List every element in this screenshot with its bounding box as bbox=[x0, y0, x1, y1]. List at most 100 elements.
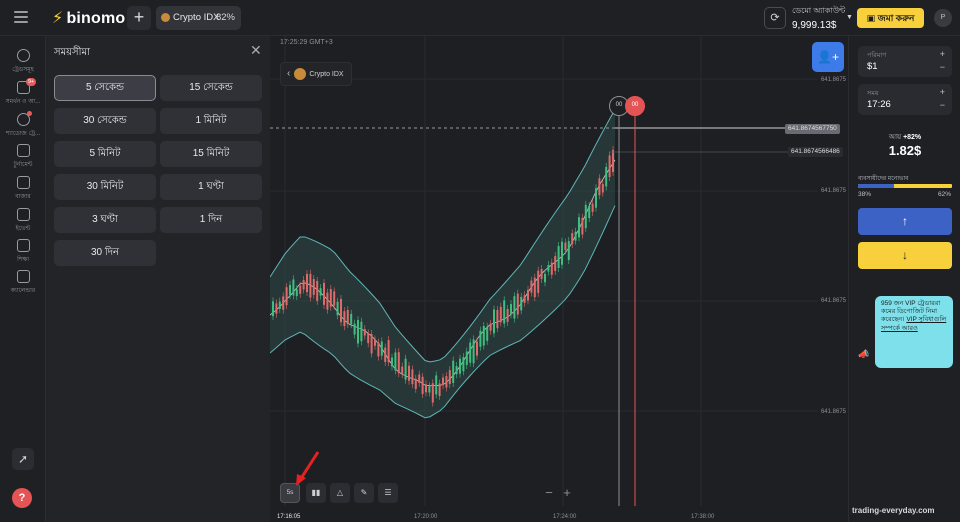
minus-icon[interactable]: − bbox=[940, 62, 945, 72]
zoom-out-icon[interactable]: − bbox=[541, 485, 557, 501]
candle bbox=[523, 295, 526, 303]
candle bbox=[479, 330, 482, 347]
trade-up-button[interactable]: ↑ bbox=[858, 208, 952, 235]
amount-field[interactable]: পরিমাণ $1 + − bbox=[858, 46, 952, 77]
candle bbox=[554, 256, 557, 271]
nav-item-shadow-trading[interactable]: শ্যাডোজ ট্রে... bbox=[0, 111, 46, 139]
candle bbox=[564, 242, 567, 251]
candle bbox=[295, 289, 298, 297]
candle bbox=[333, 291, 336, 306]
candle bbox=[452, 360, 455, 383]
candle bbox=[530, 280, 533, 293]
timeframe-button[interactable]: 5s bbox=[280, 483, 300, 503]
candle bbox=[421, 376, 424, 395]
nav-item-support[interactable]: 9+ সমর্থন ও আ... bbox=[0, 78, 46, 107]
candle bbox=[499, 306, 502, 323]
candle bbox=[493, 309, 495, 334]
candle bbox=[442, 377, 444, 386]
timeframe-option[interactable]: 30 মিনিট bbox=[54, 174, 156, 200]
trade-down-button[interactable]: ↓ bbox=[858, 242, 952, 269]
candle bbox=[391, 357, 393, 367]
candle bbox=[316, 280, 319, 301]
candle bbox=[459, 358, 461, 374]
time-value[interactable]: 17:26 bbox=[867, 99, 891, 110]
account-selector[interactable]: ডেমো অ্যাকাউন্ট 9,999.13$ bbox=[792, 5, 845, 31]
candle bbox=[285, 287, 288, 306]
bolt-icon: ⚡ bbox=[52, 10, 64, 27]
logo[interactable]: ⚡ binomo bbox=[52, 8, 125, 28]
candle bbox=[289, 284, 291, 296]
zoom-in-icon[interactable]: + bbox=[559, 485, 575, 501]
plus-icon[interactable]: + bbox=[940, 87, 945, 97]
close-icon[interactable]: ✕ bbox=[250, 42, 262, 59]
asset-payout: 82% bbox=[215, 12, 235, 23]
candle bbox=[272, 301, 274, 317]
rocket-icon[interactable]: ➚ bbox=[12, 448, 34, 470]
candle bbox=[476, 341, 478, 356]
timeframe-option[interactable]: 1 ঘণ্টা bbox=[160, 174, 262, 200]
avatar[interactable]: P bbox=[934, 9, 952, 27]
vip-card[interactable]: 959 জন VIP ট্রেডাররা কমের ডিপোজিট নিমা ক… bbox=[875, 296, 953, 368]
nav-item-events[interactable]: ইভেন্ট bbox=[0, 208, 46, 234]
candle bbox=[598, 178, 601, 196]
add-user-button[interactable]: 👤+ bbox=[812, 42, 844, 72]
candle bbox=[448, 370, 451, 385]
nav-item-market[interactable]: বাজার bbox=[0, 176, 46, 202]
plus-icon[interactable]: + bbox=[940, 49, 945, 59]
candles-icon[interactable]: ▮▮ bbox=[306, 483, 326, 503]
timeframe-option[interactable]: 30 সেকেন্ড bbox=[54, 108, 156, 134]
deposit-button[interactable]: ▣ জমা করুন bbox=[857, 8, 924, 28]
chart-area[interactable]: 17:25:29 GMT+3 ‹ Crypto IDX 👤+ 641.8675 6… bbox=[270, 36, 848, 522]
candle bbox=[397, 352, 400, 374]
caret-down-icon[interactable]: ▼ bbox=[846, 14, 853, 21]
indicators-icon[interactable]: △ bbox=[330, 483, 350, 503]
candle bbox=[540, 268, 543, 279]
timeframe-option[interactable]: 30 দিন bbox=[54, 240, 156, 266]
timeframe-option[interactable]: 5 সেকেন্ড bbox=[54, 75, 156, 101]
calendar-icon bbox=[16, 270, 30, 283]
time-field[interactable]: সময় 17:26 + − bbox=[858, 84, 952, 115]
nav-item-tournaments[interactable]: টুর্নামেন্ট bbox=[0, 144, 46, 170]
price-axis-label: 641.8675 bbox=[820, 298, 846, 304]
candle bbox=[445, 376, 448, 388]
candle bbox=[418, 374, 421, 383]
nav-item-calendar[interactable]: ক্যালেন্ডার bbox=[0, 270, 46, 296]
nav-item-education[interactable]: শিক্ষা bbox=[0, 239, 46, 265]
timeframe-option[interactable]: 1 দিন bbox=[160, 207, 262, 233]
minus-icon[interactable]: − bbox=[940, 100, 945, 110]
chart-asset-chip[interactable]: ‹ Crypto IDX bbox=[280, 62, 352, 86]
candle bbox=[435, 375, 438, 395]
timeframe-option[interactable]: 3 ঘণ্টা bbox=[54, 207, 156, 233]
candle bbox=[489, 323, 492, 331]
candle bbox=[431, 383, 434, 403]
candle bbox=[401, 366, 404, 375]
sync-icon[interactable]: ⟳ bbox=[764, 7, 786, 29]
pen-icon[interactable]: ✎ bbox=[354, 483, 374, 503]
candle bbox=[309, 273, 312, 298]
price-axis-label: 641.8675 bbox=[820, 188, 846, 194]
candle bbox=[557, 246, 560, 268]
menu-icon[interactable] bbox=[14, 11, 28, 23]
candle bbox=[380, 341, 383, 356]
candle bbox=[578, 217, 580, 238]
timeframe-option[interactable]: 5 মিনিট bbox=[54, 141, 156, 167]
add-asset-button[interactable]: + bbox=[127, 6, 151, 30]
candle bbox=[486, 326, 489, 341]
layout-icon[interactable]: ☰ bbox=[378, 483, 398, 503]
chevron-left-icon: ‹ bbox=[287, 68, 291, 79]
candle bbox=[357, 320, 359, 344]
nav-item-trades[interactable]: ট্রেডসমূহ bbox=[0, 49, 46, 75]
price-chart[interactable] bbox=[270, 36, 848, 522]
amount-value[interactable]: $1 bbox=[867, 61, 878, 72]
timeframe-option[interactable]: 1 মিনিট bbox=[160, 108, 262, 134]
candle bbox=[612, 150, 614, 173]
trophy-icon bbox=[16, 144, 30, 157]
candle bbox=[336, 301, 339, 316]
timeframe-option[interactable]: 15 সেকেন্ড bbox=[160, 75, 262, 101]
timeframe-option[interactable]: 15 মিনিট bbox=[160, 141, 262, 167]
payout-label: আয় +82% bbox=[888, 134, 922, 141]
megaphone-icon: 📣 bbox=[858, 349, 870, 359]
help-icon[interactable]: ? bbox=[12, 488, 32, 508]
asset-tab[interactable]: Crypto IDX 82% bbox=[156, 6, 241, 30]
candle bbox=[584, 204, 587, 229]
